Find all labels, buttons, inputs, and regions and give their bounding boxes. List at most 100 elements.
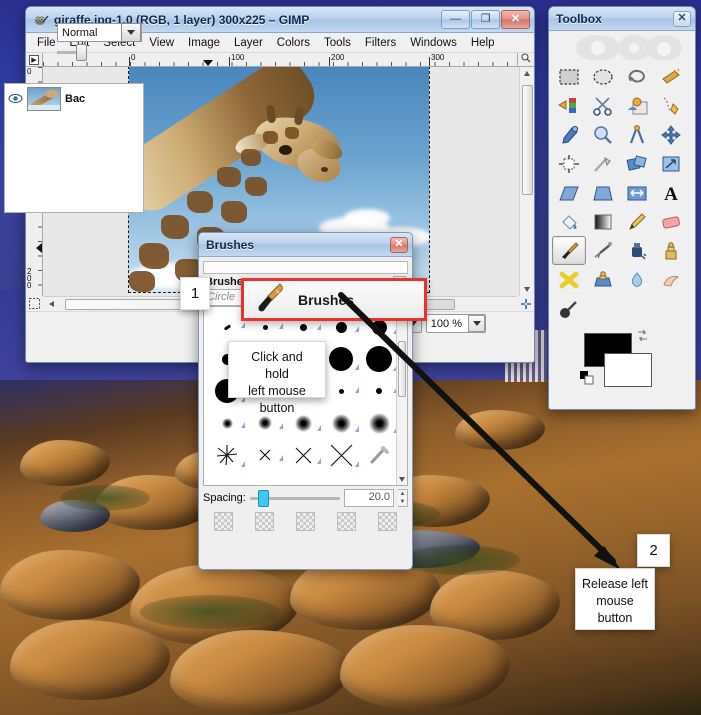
select-by-color-icon[interactable] [552,91,586,120]
brush-item[interactable] [284,415,322,432]
opacity-slider[interactable] [57,51,87,54]
perspective-icon[interactable] [586,178,620,207]
airbrush-icon[interactable] [586,236,620,265]
brush-item[interactable] [208,442,246,468]
eye-icon[interactable] [8,93,23,105]
text-icon[interactable]: A [654,178,688,207]
menu-image[interactable]: Image [181,35,227,51]
spacing-value-input[interactable]: 20.0 [344,489,394,507]
shear-icon[interactable] [552,178,586,207]
alignment-icon[interactable] [552,149,586,178]
spacing-stepper[interactable]: ▲▼ [398,489,408,507]
brushes-dialog-toolbar[interactable] [203,512,408,531]
heal-icon[interactable] [552,265,586,294]
zoom-icon[interactable] [586,120,620,149]
rect-select-icon[interactable] [552,62,586,91]
brush-item[interactable] [322,414,360,433]
refresh-brushes-icon[interactable] [378,512,397,531]
tool-grid[interactable]: A [552,62,692,323]
horizontal-ruler[interactable]: ▶ 0 100 200 300 [26,53,534,67]
flip-icon[interactable] [620,178,654,207]
toolbox-window-controls[interactable]: ✕ [672,11,691,27]
menu-filters[interactable]: Filters [358,35,403,51]
minimize-button[interactable]: — [441,10,470,29]
gimp-window-controls[interactable]: — ❐ ✕ [440,10,530,29]
color-picker-icon[interactable] [552,120,586,149]
measure-icon[interactable] [620,120,654,149]
zoom-image-button[interactable] [517,53,534,66]
brush-item[interactable] [322,389,360,394]
brush-item[interactable] [360,320,398,335]
spacing-slider-thumb[interactable] [258,490,269,507]
swap-colors-icon[interactable] [636,329,649,345]
pencil-icon[interactable] [620,207,654,236]
brushes-close-button[interactable]: ✕ [390,237,408,253]
brush-item[interactable] [360,444,398,466]
background-color-swatch[interactable] [604,353,652,387]
ruler-menu-button[interactable]: ▶ [26,53,43,66]
navigation-preview-button[interactable] [517,296,534,311]
canvas-vertical-scrollbar[interactable] [519,67,534,296]
close-button[interactable]: ✕ [501,10,530,29]
scale-icon[interactable] [654,149,688,178]
dragged-brushes-banner[interactable]: Brushes [241,278,427,321]
spacing-slider[interactable] [250,497,340,500]
gradient-icon[interactable] [586,207,620,236]
color-area[interactable] [552,329,692,389]
brush-item[interactable] [322,322,360,333]
free-select-icon[interactable] [620,62,654,91]
menu-view[interactable]: View [142,35,181,51]
layers-list[interactable]: Bac [4,83,144,213]
menu-windows[interactable]: Windows [403,35,464,51]
toolbox-window[interactable]: Toolbox ✕ [548,6,696,410]
maximize-button[interactable]: ❐ [471,10,500,29]
mode-select[interactable]: Normal [57,23,142,42]
dodge-burn-icon[interactable] [552,294,586,323]
rotate-icon[interactable] [620,149,654,178]
quickmask-toggle[interactable] [26,296,43,311]
crop-icon[interactable] [586,149,620,178]
delete-brush-icon[interactable] [337,512,356,531]
blur-sharpen-icon[interactable] [620,265,654,294]
brushes-grid-scrollbar[interactable] [396,307,407,485]
brush-item[interactable] [360,388,398,394]
bucket-fill-icon[interactable] [552,207,586,236]
scissors-select-icon[interactable] [586,91,620,120]
brush-item[interactable] [322,443,360,468]
smudge-icon[interactable] [654,265,688,294]
brush-item[interactable] [284,446,322,465]
menu-layer[interactable]: Layer [227,35,270,51]
menu-tools[interactable]: Tools [317,35,358,51]
eraser-icon[interactable] [654,207,688,236]
brush-item[interactable] [322,347,360,371]
ellipse-select-icon[interactable] [586,62,620,91]
toolbox-titlebar[interactable]: Toolbox ✕ [549,7,695,31]
brush-item[interactable] [360,346,398,372]
brush-item[interactable] [208,326,246,329]
brush-item[interactable] [246,325,284,330]
duplicate-brush-icon[interactable] [296,512,315,531]
clone-icon[interactable] [654,236,688,265]
default-colors-icon[interactable] [580,371,594,385]
zoom-dropdown-button[interactable] [468,315,485,332]
paintbrush-icon[interactable] [552,236,586,265]
brush-item[interactable] [246,416,284,430]
mode-dropdown-button[interactable] [121,23,141,42]
wilber-drop-area[interactable] [552,34,692,60]
brush-item[interactable] [284,324,322,331]
foreground-select-icon[interactable] [620,91,654,120]
move-icon[interactable] [654,120,688,149]
ink-icon[interactable] [620,236,654,265]
ruler-h-track[interactable]: 0 100 200 300 [43,53,517,66]
opacity-slider-thumb[interactable] [76,44,87,61]
paths-icon[interactable] [654,91,688,120]
brushes-titlebar[interactable]: Brushes ✕ [199,233,412,257]
spacing-control-row[interactable]: Spacing: 20.0 ▲▼ [203,489,408,507]
edit-brush-icon[interactable] [214,512,233,531]
brush-item[interactable] [246,448,284,462]
toolbox-close-button[interactable]: ✕ [673,11,691,27]
perspective-clone-icon[interactable] [586,265,620,294]
brush-item[interactable] [360,413,398,434]
toolbox-body[interactable]: A [549,31,695,392]
fuzzy-select-icon[interactable] [654,62,688,91]
